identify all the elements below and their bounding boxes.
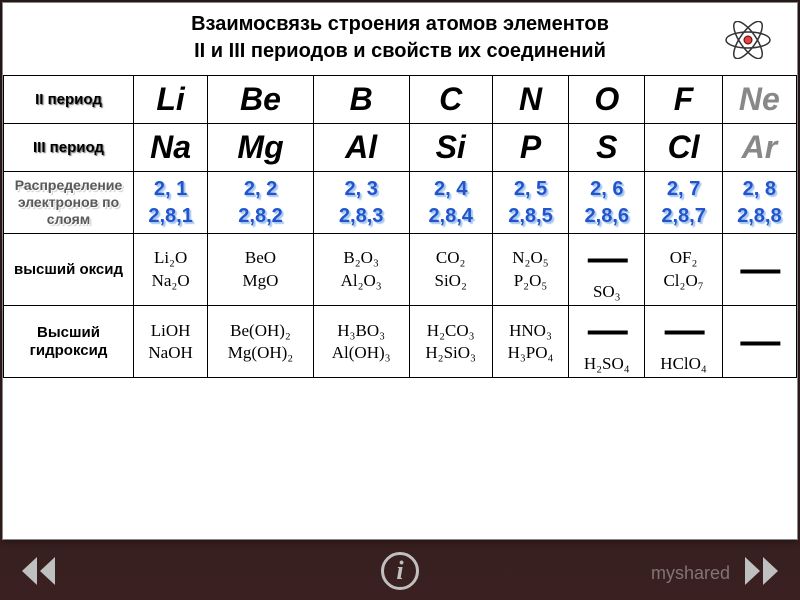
- ox-6-dash: —: [571, 236, 642, 281]
- dist-7-top: 2, 7: [647, 176, 719, 203]
- row-header-dist: Распределение электронов по слоям: [4, 172, 134, 234]
- elem-al: Al: [345, 129, 377, 165]
- row-header-hydroxide: Высший гидроксид: [4, 306, 134, 378]
- ox-7b: Cl₂O₇: [647, 270, 719, 292]
- hy-3a: H₃BO₃: [316, 320, 407, 342]
- hy-7b: HClO₄: [647, 353, 719, 375]
- hy-2a: Be(OH)₂: [210, 320, 311, 342]
- elem-ne: Ne: [739, 81, 780, 117]
- title-line-1: Взаимосвязь строения атомов элементов: [43, 11, 757, 38]
- info-button[interactable]: i: [381, 552, 419, 590]
- hy-6-dash: —: [571, 308, 642, 353]
- title-area: Взаимосвязь строения атомов элементов II…: [3, 3, 797, 71]
- dist-2-bot: 2,8,2: [210, 203, 311, 230]
- elem-b: B: [350, 81, 373, 117]
- elem-be: Be: [240, 81, 281, 117]
- elem-n: N: [519, 81, 542, 117]
- dist-2-top: 2, 2: [210, 176, 311, 203]
- row-oxides: высший оксид Li₂ONa₂O BeOMgO B₂O₃Al₂O₃ C…: [4, 234, 797, 306]
- dist-6-bot: 2,8,6: [571, 203, 642, 230]
- row-header-oxide: высший оксид: [4, 234, 134, 306]
- dist-5-top: 2, 5: [495, 176, 566, 203]
- elem-si: Si: [436, 129, 466, 165]
- hy-7-dash: —: [647, 308, 719, 353]
- ox-4b: SiO₂: [412, 270, 490, 292]
- ox-2b: MgO: [210, 270, 311, 292]
- elem-o: O: [594, 81, 619, 117]
- elem-cl: Cl: [668, 129, 700, 165]
- hy-1b: NaOH: [136, 342, 205, 364]
- ox-8-dash: —: [725, 247, 794, 292]
- hy-4b: H₂SiO₃: [412, 342, 490, 364]
- elem-c: C: [439, 81, 462, 117]
- title-line-2: II и III периодов и свойств их соединени…: [43, 38, 757, 65]
- nav-back-button[interactable]: [22, 557, 55, 585]
- ox-7a: OF₂: [647, 247, 719, 269]
- elem-p: P: [520, 129, 541, 165]
- ox-5b: P₂O₅: [495, 270, 566, 292]
- dist-8-top: 2, 8: [725, 176, 794, 203]
- ox-3b: Al₂O₃: [316, 270, 407, 292]
- atom-icon: [723, 21, 773, 59]
- elem-s: S: [596, 129, 617, 165]
- elem-li: Li: [156, 81, 184, 117]
- elem-f: F: [674, 81, 694, 117]
- hy-6b: H₂SO₄: [571, 353, 642, 375]
- ox-4a: CO₂: [412, 247, 490, 269]
- hy-2b: Mg(OH)₂: [210, 342, 311, 364]
- dist-1-top: 2, 1: [136, 176, 205, 203]
- hy-1a: LiOH: [136, 320, 205, 342]
- hy-8-dash: —: [725, 319, 794, 364]
- row-header-p2: II период: [4, 76, 134, 124]
- row-hydroxides: Высший гидроксид LiOHNaOH Be(OH)₂Mg(OH)₂…: [4, 306, 797, 378]
- ox-6b: SO₃: [571, 281, 642, 303]
- hy-3b: Al(OH)₃: [316, 342, 407, 364]
- arrow-left-icon: [40, 557, 55, 585]
- dist-4-bot: 2,8,4: [412, 203, 490, 230]
- elem-mg: Mg: [237, 129, 283, 165]
- dist-5-bot: 2,8,5: [495, 203, 566, 230]
- dist-1-bot: 2,8,1: [136, 203, 205, 230]
- row-period-3: III период Na Mg Al Si P S Cl Ar: [4, 124, 797, 172]
- slide-frame: Взаимосвязь строения атомов элементов II…: [2, 2, 798, 540]
- nav-forward-button[interactable]: [745, 557, 778, 585]
- ox-1b: Na₂O: [136, 270, 205, 292]
- row-distribution: Распределение электронов по слоям 2, 12,…: [4, 172, 797, 234]
- info-icon-label: i: [396, 556, 403, 586]
- arrow-right-icon: [745, 557, 760, 585]
- ox-5a: N₂O₅: [495, 247, 566, 269]
- ox-3a: B₂O₃: [316, 247, 407, 269]
- hy-4a: H₂CO₃: [412, 320, 490, 342]
- elem-na: Na: [150, 129, 191, 165]
- watermark-text: myshared: [651, 563, 730, 584]
- arrow-right-icon: [763, 557, 778, 585]
- dist-7-bot: 2,8,7: [647, 203, 719, 230]
- dist-3-bot: 2,8,3: [316, 203, 407, 230]
- dist-8-bot: 2,8,8: [725, 203, 794, 230]
- dist-3-top: 2, 3: [316, 176, 407, 203]
- elem-ar: Ar: [742, 129, 778, 165]
- row-period-2: II период Li Be B C N O F Ne: [4, 76, 797, 124]
- dist-4-top: 2, 4: [412, 176, 490, 203]
- ox-1a: Li₂O: [136, 247, 205, 269]
- periodic-table: II период Li Be B C N O F Ne III период …: [3, 75, 797, 378]
- row-header-p3: III период: [4, 124, 134, 172]
- ox-2a: BeO: [210, 247, 311, 269]
- arrow-left-icon: [22, 557, 37, 585]
- hy-5b: H₃PO₄: [495, 342, 566, 364]
- hy-5a: HNO₃: [495, 320, 566, 342]
- dist-6-top: 2, 6: [571, 176, 642, 203]
